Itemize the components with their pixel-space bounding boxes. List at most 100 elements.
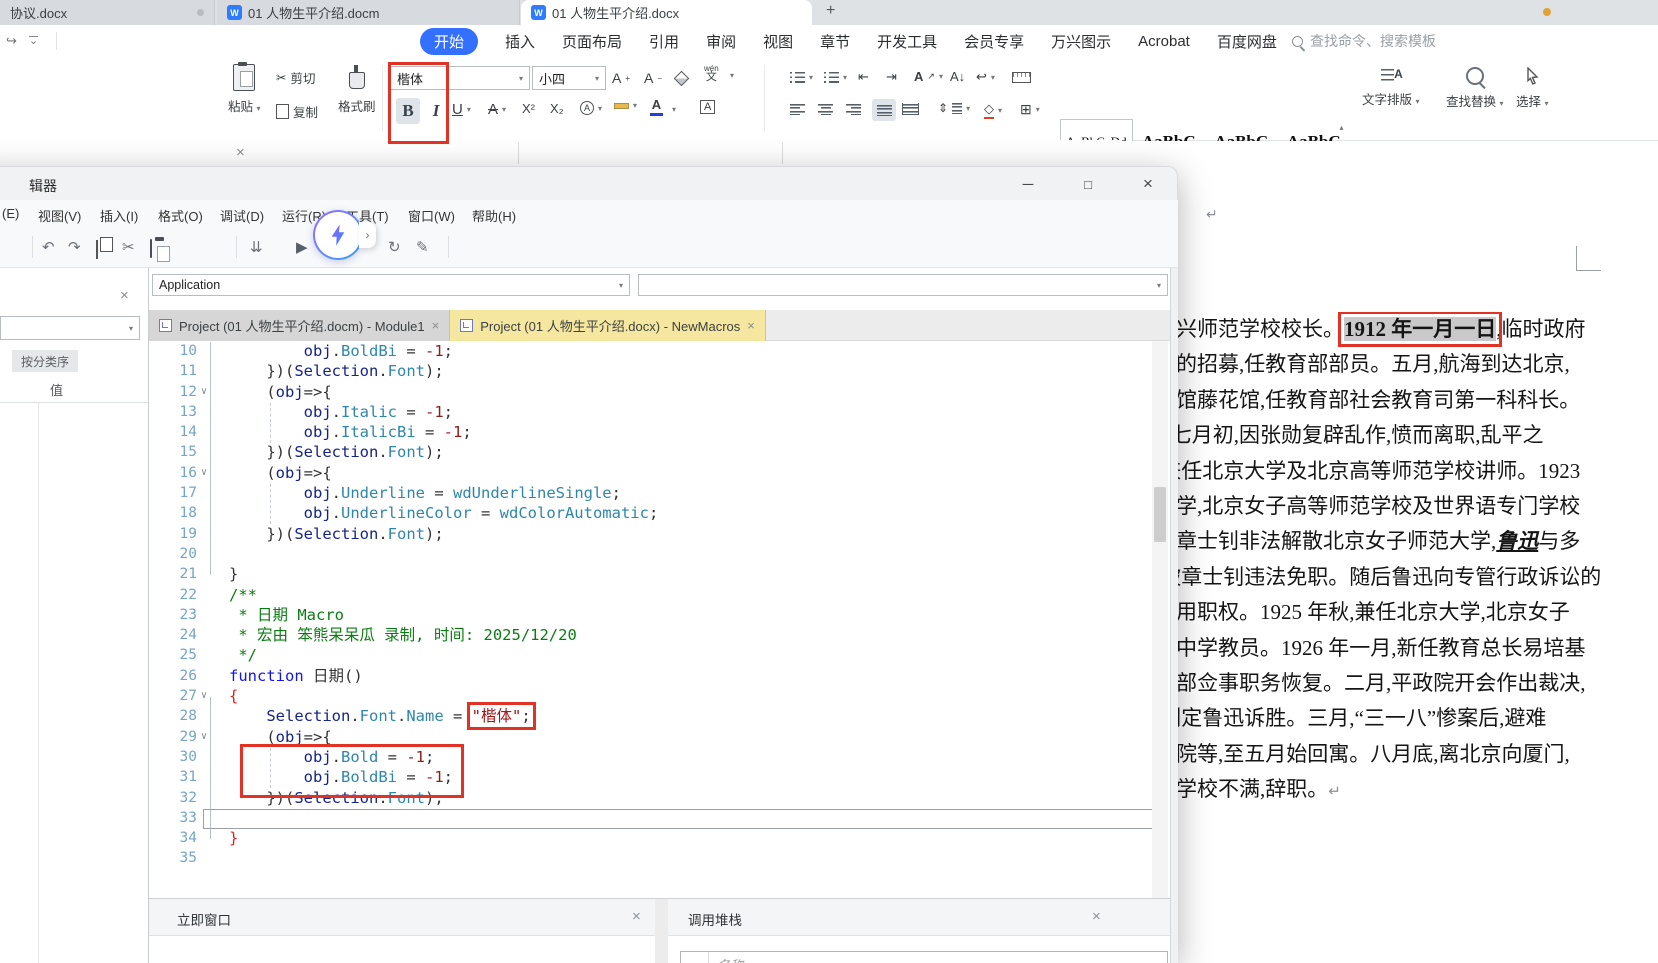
ribbon-menu-插入[interactable]: 插入 (505, 31, 535, 52)
object-dropdown[interactable]: Application▾ (152, 274, 630, 296)
pinyin-guide-button[interactable]: wén文 (704, 65, 719, 81)
decrease-indent-button[interactable]: ⇤ (858, 69, 869, 85)
code-line-24[interactable]: 24 * 宏由 笨熊呆呆瓜 录制, 时间: 2025/12/20 (149, 625, 1152, 645)
superscript-button[interactable]: X² (522, 101, 535, 116)
doc-tab-1[interactable]: 协议.docx (0, 0, 215, 25)
run-icon[interactable]: ▶ (296, 238, 308, 256)
ribbon-menu-开发工具[interactable]: 开发工具 (877, 31, 937, 52)
character-border-button[interactable]: A (700, 100, 715, 114)
find-replace-button[interactable]: 查找替换 ▾ (1446, 67, 1504, 110)
borders-button[interactable]: ⊞▾ (1020, 101, 1040, 118)
code-line-28[interactable]: 28 Selection.Font.Name = "楷体"; (149, 706, 1152, 726)
code-line-23[interactable]: 23 * 日期 Macro (149, 605, 1152, 625)
code-line-20[interactable]: 20 (149, 544, 1152, 564)
pinyin-dropdown[interactable]: ▾ (730, 71, 734, 80)
shrink-font-button[interactable]: A− (644, 70, 662, 86)
code-line-14[interactable]: 14 obj.ItalicBi = -1; (149, 422, 1152, 442)
shading-button[interactable]: ◇▾ (984, 101, 1002, 119)
format-painter-button[interactable]: 格式刷 (338, 64, 376, 115)
align-center-button[interactable] (818, 103, 833, 115)
call-stack-list[interactable]: 名称 (680, 951, 1168, 963)
editor-menu-帮助(H)[interactable]: 帮助(H) (472, 206, 516, 225)
tab-close-icon[interactable]: × (747, 318, 755, 333)
code-line-11[interactable]: 11 })(Selection.Font); (149, 361, 1152, 381)
editor-menu-格式(O)[interactable]: 格式(O) (158, 206, 203, 225)
close-pane-icon[interactable]: × (236, 145, 245, 160)
immediate-window[interactable]: 立即窗口 × (149, 899, 655, 963)
code-line-35[interactable]: 35 (149, 848, 1152, 868)
code-line-17[interactable]: 17 obj.Underline = wdUnderlineSingle; (149, 483, 1152, 503)
code-scrollbar[interactable] (1152, 341, 1168, 898)
ribbon-menu-百度网盘[interactable]: 百度网盘 (1217, 31, 1277, 52)
code-line-21[interactable]: 21} (149, 564, 1152, 584)
redo-icon[interactable]: ↷ (68, 238, 81, 256)
editor-menu-(E)[interactable]: (E) (2, 206, 19, 221)
new-tab-button[interactable]: + (826, 2, 835, 20)
paragraph-mark-button[interactable]: ↩▾ (976, 69, 995, 85)
code-line-15[interactable]: 15 })(Selection.Font); (149, 442, 1152, 462)
design-mode-icon[interactable]: ✎ (416, 238, 429, 256)
cut-button[interactable]: ✂ 剪切 (276, 68, 316, 87)
properties-categorized-tab[interactable]: 按分类序 (12, 350, 78, 372)
scissors-icon[interactable]: ✂ (122, 238, 135, 256)
editor-menu-调试(D)[interactable]: 调试(D) (220, 206, 264, 225)
code-line-12[interactable]: 12∨ (obj=>{ (149, 382, 1152, 402)
editor-menu-插入(I)[interactable]: 插入(I) (100, 206, 138, 225)
text-layout-button[interactable]: 文字排版 ▾ (1362, 69, 1420, 108)
grow-font-button[interactable]: A+ (612, 70, 630, 86)
properties-object-combo[interactable]: ▾ (0, 316, 140, 340)
code-line-22[interactable]: 22/** (149, 585, 1152, 605)
redo-icon[interactable]: ↪ (6, 33, 17, 49)
strikethrough-button[interactable]: A▾ (488, 101, 506, 118)
doc-tab-2[interactable]: W 01 人物生平介绍.docm (217, 0, 520, 25)
document-page[interactable]: ↵ 任绍兴师范学校校长。1912 年一月一日,临时政府元培的招募,任教育部部员。… (1122, 141, 1658, 963)
step-into-icon[interactable]: ⇊ (250, 238, 263, 256)
call-stack-close-icon[interactable]: × (1092, 908, 1101, 925)
scrollbar-thumb[interactable] (1154, 487, 1166, 542)
code-line-25[interactable]: 25 */ (149, 645, 1152, 665)
properties-close-icon[interactable]: × (120, 288, 129, 303)
line-spacing-button[interactable]: ⇕▾ (938, 101, 970, 115)
close-button[interactable]: × (1131, 170, 1165, 198)
numbered-list-button[interactable]: ▾ (824, 71, 847, 83)
clear-format-button[interactable] (676, 73, 687, 84)
editor-menu-视图(V)[interactable]: 视图(V) (38, 206, 81, 225)
code-line-19[interactable]: 19 })(Selection.Font); (149, 524, 1152, 544)
code-line-34[interactable]: 34} (149, 828, 1152, 848)
code-line-16[interactable]: 16∨ (obj=>{ (149, 463, 1152, 483)
code-line-26[interactable]: 26function 日期() (149, 666, 1152, 686)
increase-indent-button[interactable]: ⇥ (886, 69, 897, 85)
copy-button[interactable]: 复制 (276, 102, 318, 121)
underline-button[interactable]: U▾ (452, 101, 471, 118)
code-line-10[interactable]: 10 obj.BoldBi = -1; (149, 341, 1152, 361)
scroll-up-icon[interactable]: ▴ (1339, 123, 1343, 132)
paste-icon[interactable] (150, 240, 152, 257)
sort-button[interactable]: A↓ (950, 69, 965, 84)
doc-tab-3-active[interactable]: W 01 人物生平介绍.docx (521, 0, 812, 25)
font-color-button[interactable]: A (650, 97, 663, 116)
align-right-button[interactable] (846, 103, 861, 115)
procedure-dropdown[interactable]: ▾ (638, 274, 1168, 296)
code-line-18[interactable]: 18 obj.UnderlineColor = wdColorAutomatic… (149, 503, 1152, 523)
ribbon-menu-审阅[interactable]: 审阅 (706, 31, 736, 52)
ruler-button[interactable] (1012, 72, 1031, 83)
copy-icon[interactable] (96, 241, 98, 258)
ribbon-search[interactable]: 查找命令、搜索模板 (1292, 31, 1436, 51)
editor-menu-窗口(W)[interactable]: 窗口(W) (408, 206, 455, 225)
minimize-button[interactable]: ─ (1011, 170, 1045, 198)
align-left-button[interactable] (790, 103, 805, 115)
tab-close-icon[interactable]: × (432, 318, 440, 333)
reset-icon[interactable]: ↻ (388, 238, 401, 256)
ribbon-menu-引用[interactable]: 引用 (649, 31, 679, 52)
ribbon-menu-万兴图示[interactable]: 万兴图示 (1051, 31, 1111, 52)
module-tab-1[interactable]: Project (01 人物生平介绍.docm) - Module1× (149, 310, 450, 341)
ribbon-menu-开始[interactable]: 开始 (420, 28, 478, 55)
text-effect-button[interactable]: A↗▾ (914, 69, 943, 84)
immediate-close-icon[interactable]: × (632, 908, 641, 925)
fold-arrow-icon[interactable]: ∨ (201, 463, 207, 483)
font-color-dropdown[interactable]: ▾ (672, 105, 676, 114)
ai-assistant-button[interactable]: › (313, 210, 376, 260)
distribute-button[interactable] (902, 103, 919, 115)
ribbon-menu-会员专享[interactable]: 会员专享 (964, 31, 1024, 52)
fold-arrow-icon[interactable]: ∨ (201, 382, 207, 402)
